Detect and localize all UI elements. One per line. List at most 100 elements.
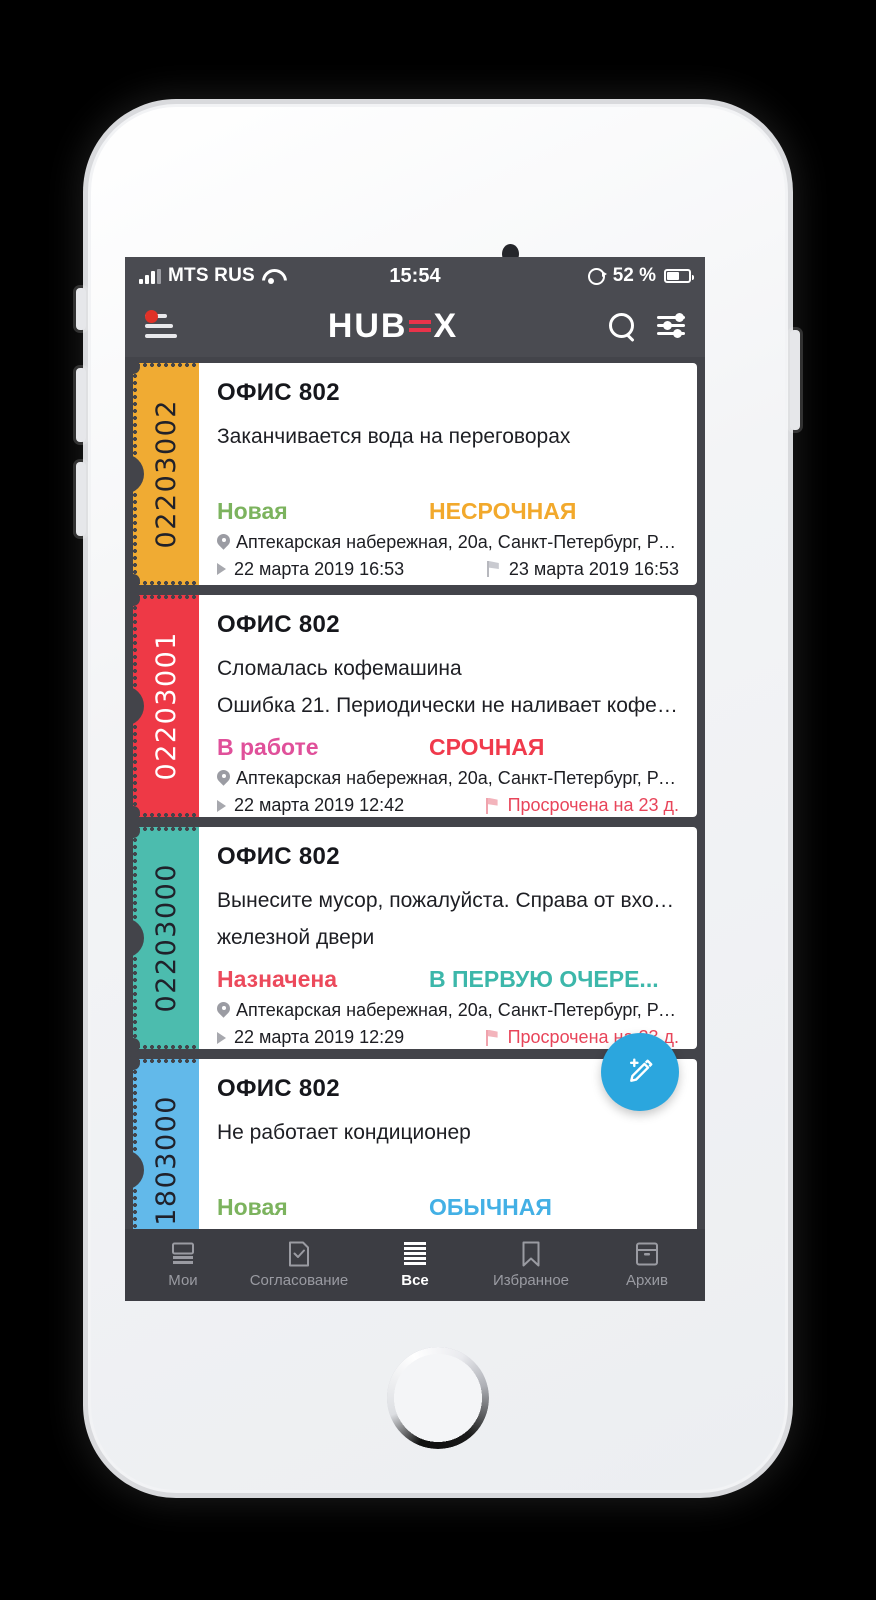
flag-icon bbox=[485, 1029, 500, 1046]
start-date-text: 22 марта 2019 12:29 bbox=[234, 1027, 405, 1048]
address-text: Аптекарская набережная, 20а, Санкт-Петер… bbox=[236, 531, 679, 552]
volume-down-button[interactable] bbox=[76, 462, 86, 536]
request-description-line: железной двери bbox=[217, 925, 375, 949]
address-text: Аптекарская набережная, 20а, Санкт-Петер… bbox=[236, 1000, 679, 1021]
request-card[interactable]: 02203001 ОФИС 802 Сломалась кофемашина О… bbox=[125, 592, 697, 820]
dates-row: 22 марта 2019 12:29 Просрочена на 23 д. bbox=[217, 1027, 679, 1048]
home-button-ring bbox=[387, 1347, 489, 1449]
request-list[interactable]: 02203002 ОФИС 802 Заканчивается вода на … bbox=[125, 357, 705, 1239]
header-actions bbox=[608, 313, 685, 339]
approval-check-icon bbox=[288, 1241, 310, 1267]
status-badge: Новая bbox=[217, 497, 288, 524]
object-title: ОФИС 802 bbox=[217, 843, 340, 870]
dates-row: 22 марта 2019 12:42 Просрочена на 23 д. bbox=[217, 795, 679, 816]
search-icon[interactable] bbox=[608, 313, 635, 339]
flag-icon bbox=[486, 561, 501, 578]
tab-label: Мои bbox=[168, 1272, 198, 1289]
phone-screen: MTS RUS 15:54 52 % HUB X 02203002 ОФИС 8… bbox=[125, 257, 705, 1301]
location-pin-icon bbox=[217, 1002, 230, 1019]
stub-pin-bottom bbox=[126, 1038, 140, 1052]
ticket-stub: 02203002 bbox=[125, 360, 199, 588]
priority-badge: ОБЫЧНАЯ bbox=[429, 1193, 552, 1220]
start-date-group: 22 марта 2019 16:53 bbox=[217, 559, 404, 580]
stub-pin-top bbox=[126, 1056, 140, 1070]
play-triangle-icon bbox=[217, 1031, 226, 1044]
dates-row: 22 марта 2019 16:53 23 марта 2019 16:53 bbox=[217, 559, 679, 580]
tab-label: Все bbox=[401, 1272, 429, 1289]
battery-icon bbox=[664, 269, 694, 283]
stub-pin-bottom bbox=[126, 574, 140, 588]
wifi-icon bbox=[262, 269, 281, 284]
app-header: HUB X bbox=[125, 295, 705, 357]
request-card[interactable]: 02203000 ОФИС 802 Вынесите мусор, пожалу… bbox=[125, 824, 697, 1052]
ticket-stub: 01803000 bbox=[125, 1056, 199, 1239]
tab-label: Согласование bbox=[249, 1272, 349, 1289]
battery-percent-label: 52 % bbox=[612, 265, 656, 286]
stub-notch bbox=[125, 918, 144, 958]
request-number: 02203000 bbox=[150, 863, 182, 1013]
status-bar: MTS RUS 15:54 52 % bbox=[125, 257, 705, 295]
rotation-lock-icon bbox=[587, 267, 607, 285]
object-title: ОФИС 802 bbox=[217, 379, 340, 406]
location-pin-icon bbox=[217, 770, 230, 787]
tab-archive[interactable]: Архив bbox=[589, 1241, 705, 1289]
filter-sliders-icon[interactable] bbox=[656, 313, 685, 338]
request-card[interactable]: 02203002 ОФИС 802 Заканчивается вода на … bbox=[125, 360, 697, 588]
request-description-line: Вынесите мусор, пожалуйста. Справа от вх… bbox=[217, 889, 679, 912]
request-description-line: Ошибка 21. Периодически не наливает кофе… bbox=[217, 693, 679, 717]
request-number: 02203002 bbox=[150, 399, 182, 549]
due-date-group: Просрочена на 23 д. bbox=[485, 795, 679, 816]
stub-pin-top bbox=[126, 592, 140, 606]
volume-up-button[interactable] bbox=[76, 368, 86, 442]
tab-my[interactable]: Мои bbox=[125, 1241, 241, 1289]
start-date-text: 22 марта 2019 16:53 bbox=[234, 558, 405, 579]
stub-notch bbox=[125, 686, 144, 726]
tab-label: Архив bbox=[625, 1272, 669, 1289]
address-row: Аптекарская набережная, 20а, Санкт-Петер… bbox=[217, 1000, 679, 1021]
home-button[interactable] bbox=[387, 1347, 489, 1449]
create-request-pencil-icon bbox=[629, 1058, 653, 1082]
screenshot-root: MTS RUS 15:54 52 % HUB X 02203002 ОФИС 8… bbox=[0, 0, 876, 1600]
signal-bars-icon bbox=[139, 268, 161, 284]
bottom-tab-bar: Мои Согласование Все Избранное Архив bbox=[125, 1229, 705, 1301]
tab-favorites[interactable]: Избранное bbox=[473, 1241, 589, 1289]
logo-text-left: HUB bbox=[327, 306, 408, 345]
status-priority-row: Назначена В ПЕРВУЮ ОЧЕРЕ... bbox=[217, 966, 679, 993]
request-description-line: Заканчивается вода на переговорах bbox=[217, 425, 571, 448]
priority-badge: НЕСРОЧНАЯ bbox=[429, 497, 577, 524]
request-card-body[interactable]: ОФИС 802 Сломалась кофемашина Ошибка 21.… bbox=[199, 595, 697, 817]
request-description-line: Не работает кондиционер bbox=[217, 1121, 471, 1144]
address-row: Аптекарская набережная, 20а, Санкт-Петер… bbox=[217, 768, 679, 789]
status-bar-clock: 15:54 bbox=[389, 264, 441, 287]
location-pin-icon bbox=[217, 534, 230, 551]
priority-badge: СРОЧНАЯ bbox=[429, 734, 545, 761]
flag-icon bbox=[485, 797, 500, 814]
bookmark-icon bbox=[521, 1241, 541, 1267]
due-date-text: Просрочена на 23 д. bbox=[507, 795, 679, 816]
notification-dot-icon bbox=[145, 310, 158, 323]
all-list-icon bbox=[402, 1241, 428, 1267]
request-number: 01803000 bbox=[150, 1095, 182, 1239]
stub-pin-bottom bbox=[126, 806, 140, 820]
request-card-body[interactable]: ОФИС 802 Вынесите мусор, пожалуйста. Спр… bbox=[199, 827, 697, 1049]
stub-notch bbox=[125, 1150, 144, 1190]
status-bar-left: MTS RUS bbox=[139, 265, 281, 287]
due-date-text: 23 марта 2019 16:53 bbox=[508, 558, 679, 579]
status-bar-right: 52 % bbox=[587, 265, 694, 287]
logo-text-right: X bbox=[433, 306, 459, 345]
start-date-group: 22 марта 2019 12:42 bbox=[217, 795, 404, 816]
start-date-text: 22 марта 2019 12:42 bbox=[234, 795, 405, 816]
power-button[interactable] bbox=[790, 330, 800, 430]
silent-switch[interactable] bbox=[76, 288, 86, 330]
hamburger-menu-icon[interactable] bbox=[145, 310, 177, 338]
due-date-group: 23 марта 2019 16:53 bbox=[486, 558, 679, 580]
request-description-line: Сломалась кофемашина bbox=[217, 657, 462, 680]
tab-approval[interactable]: Согласование bbox=[241, 1241, 357, 1289]
status-priority-row: Новая НЕСРОЧНАЯ bbox=[217, 498, 679, 525]
start-date-group: 22 марта 2019 12:29 bbox=[217, 1027, 404, 1048]
create-request-fab[interactable] bbox=[601, 1033, 679, 1111]
request-card-body[interactable]: ОФИС 802 Заканчивается вода на переговор… bbox=[199, 363, 697, 585]
request-number: 02203001 bbox=[150, 631, 182, 781]
carrier-label: MTS RUS bbox=[168, 265, 255, 286]
tab-all[interactable]: Все bbox=[357, 1241, 473, 1289]
